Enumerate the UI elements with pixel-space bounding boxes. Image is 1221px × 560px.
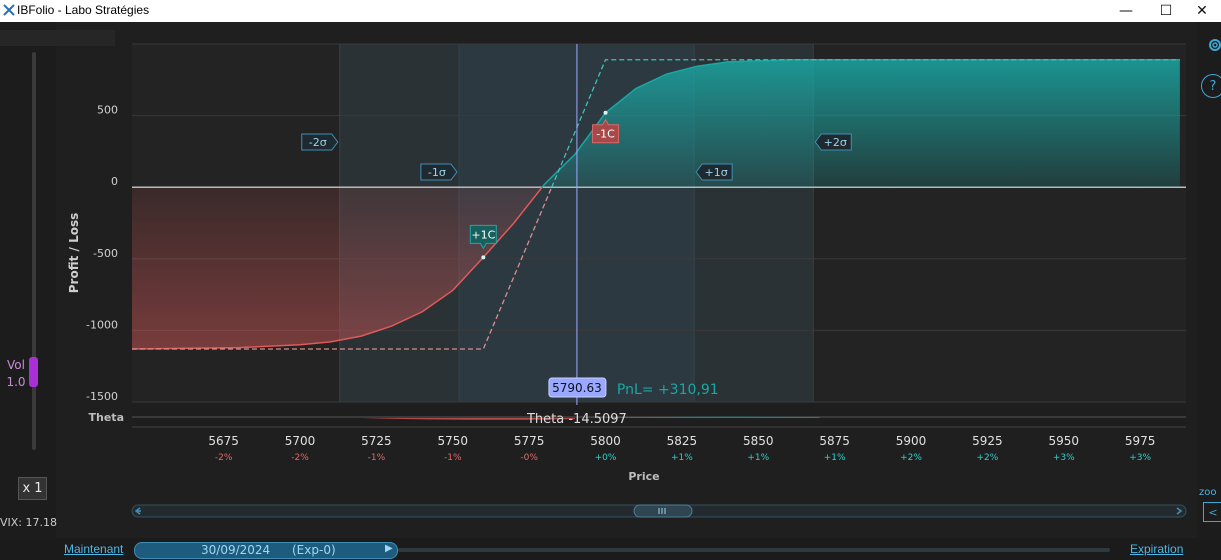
theta-axis-label: Theta — [89, 411, 124, 424]
x-tick-percent: -2% — [215, 453, 233, 463]
leg-point — [481, 255, 486, 260]
vol-label-title: Vol — [7, 358, 25, 372]
left-panel — [0, 22, 56, 538]
multiplier-button[interactable]: x 1 — [18, 477, 47, 500]
cursor-price-label: 5790.63 — [552, 381, 602, 395]
y-axis-label: Profit / Loss — [67, 213, 81, 294]
expiration-link[interactable]: Expiration — [1130, 542, 1183, 556]
now-link[interactable]: Maintenant — [64, 542, 123, 556]
x-tick-label: 5725 — [361, 434, 392, 448]
x-tick-percent: +2% — [977, 453, 999, 463]
vol-slider-track[interactable] — [32, 52, 36, 450]
position-marker-label: -1C — [596, 128, 615, 141]
y-tick-label: -500 — [93, 247, 118, 260]
sigma-label: +2σ — [824, 136, 847, 149]
pnl-readout: PnL= +310,91 — [617, 382, 719, 398]
gear-icon[interactable] — [1207, 37, 1221, 53]
app-icon — [3, 4, 15, 16]
x-axis-label: Price — [628, 470, 659, 483]
sigma-label: -2σ — [309, 136, 327, 149]
exp-value: (Exp-0) — [292, 543, 336, 557]
position-marker-label: +1C — [471, 228, 495, 241]
scroll-thumb[interactable] — [633, 504, 693, 518]
y-tick-label: -1000 — [86, 318, 118, 331]
x-tick-label: 5800 — [590, 434, 621, 448]
x-tick-label: 5950 — [1049, 434, 1080, 448]
date-value: 30/09/2024 — [201, 543, 271, 557]
x-tick-label: 5825 — [667, 434, 698, 448]
y-tick-label: -1500 — [86, 390, 118, 403]
x-tick-percent: +3% — [1053, 453, 1075, 463]
y-tick-label: 500 — [97, 104, 118, 117]
x-tick-label: 5775 — [514, 434, 545, 448]
x-tick-label: 5900 — [896, 434, 927, 448]
close-button[interactable]: ✕ — [1183, 0, 1221, 22]
vix-readout: VIX: 17.18 — [0, 516, 57, 529]
sigma-label: +1σ — [705, 166, 728, 179]
vol-slider-thumb[interactable] — [29, 357, 38, 387]
x-tick-label: 5925 — [972, 434, 1003, 448]
zoom-button[interactable]: < — [1203, 502, 1221, 522]
date-slider[interactable]: 30/09/2024 (Exp-0) ▶ — [134, 542, 398, 559]
x-tick-label: 5850 — [743, 434, 774, 448]
x-tick-label: 5675 — [208, 434, 239, 448]
pnl-chart[interactable]: 500 0 -500 -1000 -1500 Profit / Loss -2σ -1σ +1… — [56, 35, 1197, 525]
x-tick-percent: +1% — [671, 453, 693, 463]
date-track[interactable] — [398, 548, 1110, 552]
x-tick-label: 5875 — [819, 434, 850, 448]
x-tick-percent: +3% — [1129, 453, 1151, 463]
x-tick-label: 5975 — [1125, 434, 1156, 448]
sigma-label: -1σ — [428, 166, 446, 179]
x-tick-label: 5750 — [438, 434, 469, 448]
vol-label: Vol 1.0 — [6, 357, 26, 391]
x-tick-percent: +1% — [824, 453, 846, 463]
x-tick-label: 5700 — [285, 434, 316, 448]
theta-value-label: Theta -14.5097 — [526, 412, 627, 427]
vol-label-value: 1.0 — [6, 375, 26, 389]
x-tick-percent: -1% — [444, 453, 462, 463]
x-tick-percent: +0% — [595, 453, 617, 463]
x-tick-percent: -2% — [291, 453, 309, 463]
title-bar: IBFolio - Labo Stratégies — ☐ ✕ — [0, 0, 1221, 22]
right-panel — [1197, 22, 1221, 538]
play-icon[interactable]: ▶ — [385, 543, 393, 554]
x-tick-percent: -0% — [520, 453, 538, 463]
window-title: IBFolio - Labo Stratégies — [17, 3, 150, 17]
x-tick-percent: +2% — [900, 453, 922, 463]
leg-point — [603, 110, 608, 115]
x-tick-percent: +1% — [747, 453, 769, 463]
zoom-label: zoo — [1199, 487, 1217, 498]
x-tick-percent: -1% — [368, 453, 386, 463]
help-icon[interactable]: ? — [1201, 74, 1221, 98]
y-tick-label: 0 — [111, 175, 118, 188]
